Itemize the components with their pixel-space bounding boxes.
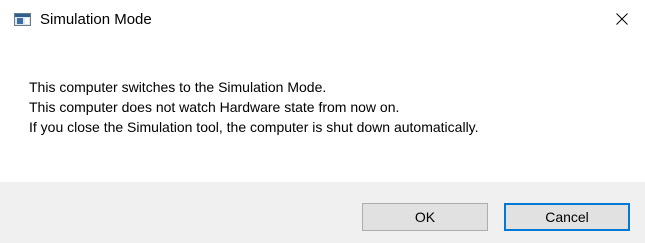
dialog-window: Simulation Mode This computer switches t… bbox=[0, 0, 645, 243]
close-button[interactable] bbox=[599, 0, 645, 38]
title-bar[interactable]: Simulation Mode bbox=[0, 0, 645, 40]
message-text: This computer switches to the Simulation… bbox=[29, 77, 479, 137]
window-title: Simulation Mode bbox=[40, 11, 152, 28]
application-window-icon bbox=[14, 13, 31, 26]
button-bar: OK Cancel bbox=[0, 182, 645, 243]
close-icon bbox=[616, 13, 628, 25]
message-line: If you close the Simulation tool, the co… bbox=[29, 119, 479, 135]
ok-button[interactable]: OK bbox=[362, 203, 488, 231]
cancel-button[interactable]: Cancel bbox=[504, 203, 630, 231]
message-line: This computer does not watch Hardware st… bbox=[29, 99, 400, 115]
message-line: This computer switches to the Simulation… bbox=[29, 79, 327, 95]
